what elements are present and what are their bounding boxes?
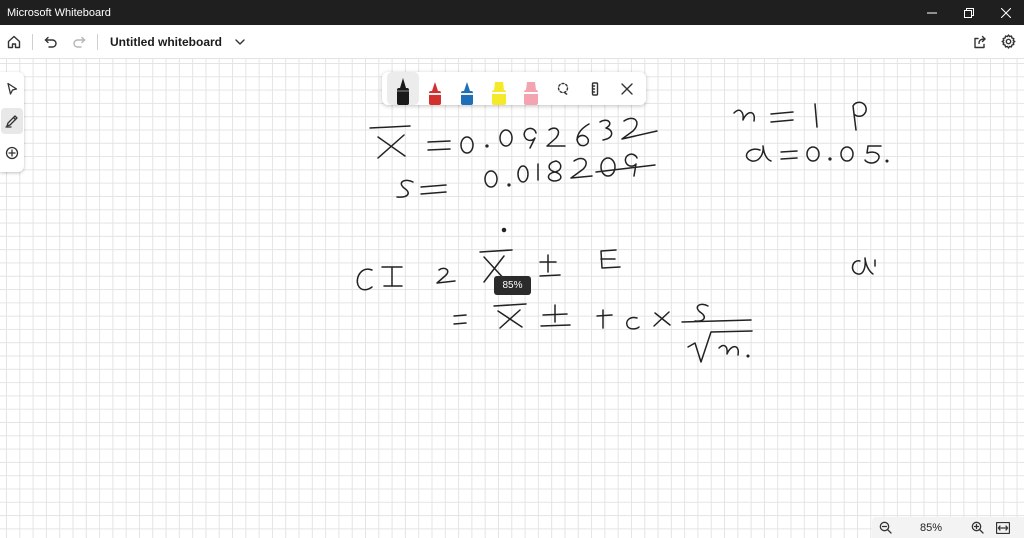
pen-tray — [382, 72, 646, 105]
zoom-bar: 85% — [872, 517, 1024, 538]
zoom-in-icon — [971, 521, 984, 534]
ink-alpha-line — [745, 145, 889, 164]
add-tool[interactable] — [1, 140, 23, 166]
zoom-tooltip: 85% — [494, 276, 531, 295]
lasso-icon — [557, 82, 569, 96]
select-tool[interactable] — [1, 76, 23, 102]
lasso-button[interactable] — [547, 72, 579, 105]
pink-highlighter-icon — [524, 82, 538, 105]
pen-tool[interactable] — [1, 108, 23, 134]
zoom-out-button[interactable] — [872, 517, 898, 538]
fit-to-screen-icon — [996, 521, 1010, 534]
ink-ci-line — [356, 249, 876, 291]
yellow-highlighter[interactable] — [483, 72, 515, 105]
ink-s-line — [396, 153, 656, 198]
blue-pen-icon — [461, 82, 473, 105]
select-icon — [7, 82, 18, 95]
black-pen-icon — [397, 78, 409, 105]
close-icon — [621, 82, 633, 95]
ink-xbar-line — [369, 117, 658, 159]
ink-formula-line — [453, 303, 753, 363]
ruler-icon — [591, 81, 599, 96]
ink-dot — [501, 227, 507, 233]
add-icon — [5, 146, 19, 160]
ruler-button[interactable] — [579, 72, 611, 105]
zoom-out-icon — [879, 521, 892, 534]
ink-n-line — [733, 101, 867, 131]
yellow-highlighter-icon — [492, 82, 506, 105]
blue-pen[interactable] — [451, 72, 483, 105]
fit-to-screen-button[interactable] — [990, 517, 1016, 538]
zoom-level[interactable]: 85% — [898, 522, 964, 534]
black-pen[interactable] — [387, 72, 419, 105]
red-pen-icon — [429, 82, 441, 105]
close-tray-button[interactable] — [611, 72, 643, 105]
pink-highlighter[interactable] — [515, 72, 547, 105]
red-pen[interactable] — [419, 72, 451, 105]
zoom-in-button[interactable] — [964, 517, 990, 538]
left-toolbar — [0, 72, 24, 172]
pen-icon — [5, 115, 18, 128]
